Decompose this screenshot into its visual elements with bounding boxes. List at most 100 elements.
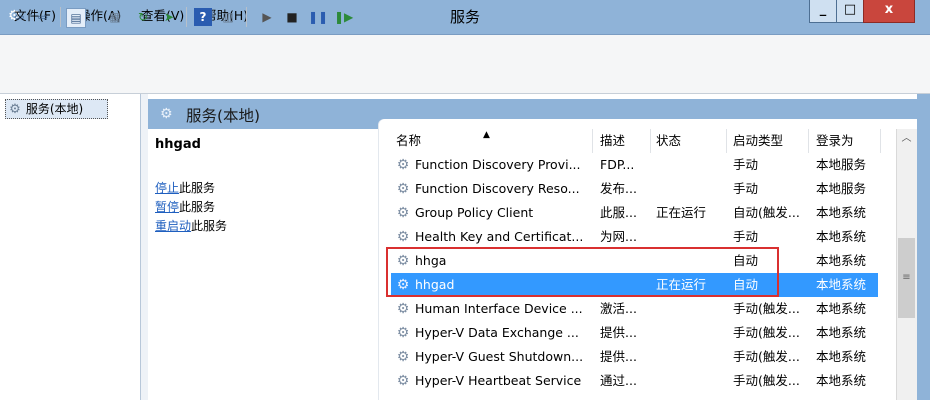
service-description: 为网...	[600, 229, 637, 244]
service-log-on-as: 本地系统	[816, 205, 867, 220]
toolbar-separator	[60, 7, 61, 27]
service-status	[656, 153, 722, 177]
service-status	[656, 345, 722, 369]
services-gear-icon: ⚙	[9, 101, 21, 117]
column-header-description[interactable]: 描述	[600, 129, 625, 153]
service-status: 正在运行	[656, 205, 707, 220]
service-startup-type: 手动	[733, 157, 759, 172]
service-status	[656, 177, 722, 201]
service-startup-type: 手动(触发...	[733, 349, 800, 364]
service-startup-type: 自动(触发...	[733, 205, 800, 220]
service-name: Hyper-V Heartbeat Service	[415, 373, 582, 388]
service-status	[656, 225, 722, 249]
console-tree-pane	[0, 94, 141, 400]
service-status	[656, 369, 722, 393]
service-description: 提供...	[600, 325, 637, 340]
service-gear-icon: ⚙	[396, 229, 410, 245]
restart-service-icon[interactable]: ❚▶	[334, 8, 353, 26]
service-name: Health Key and Certificat...	[415, 229, 584, 244]
action-pause-service: 暂停此服务	[155, 198, 215, 215]
pane-splitter[interactable]	[141, 94, 148, 400]
properties-sheet-icon[interactable]: ▦	[106, 8, 124, 26]
column-header-log-on-as[interactable]: 登录为	[816, 129, 854, 153]
column-header-status[interactable]: 状态	[656, 129, 681, 153]
restart-link[interactable]: 重启动	[155, 219, 191, 233]
column-separator[interactable]	[726, 129, 727, 153]
service-startup-type: 手动	[733, 229, 759, 244]
service-gear-icon: ⚙	[396, 205, 410, 221]
service-row[interactable]: ⚙ Health Key and Certificat... 为网... 手动 本地系统	[391, 225, 878, 249]
stop-link-suffix: 此服务	[179, 181, 216, 195]
toolbar-separator	[186, 7, 187, 27]
toolbar-separator	[246, 7, 247, 27]
pause-service-icon[interactable]: ❚❚	[308, 8, 328, 26]
service-row[interactable]: ⚙ Function Discovery Provi... FDP... 手动 本地服务	[391, 153, 878, 177]
service-log-on-as: 本地系统	[816, 229, 867, 244]
action-pane-icon[interactable]: ▥	[219, 8, 237, 26]
export-list-icon[interactable]: ➤	[160, 8, 178, 26]
service-log-on-as: 本地系统	[816, 277, 867, 292]
service-startup-type: 手动(触发...	[733, 301, 800, 316]
service-description: 通过...	[600, 373, 637, 388]
service-log-on-as: 本地系统	[816, 325, 867, 340]
service-gear-icon: ⚙	[396, 181, 410, 197]
column-header-startup-type[interactable]: 启动类型	[733, 129, 783, 153]
service-name: Human Interface Device ...	[415, 301, 583, 316]
stop-link[interactable]: 停止	[155, 181, 179, 195]
service-log-on-as: 本地系统	[816, 373, 867, 388]
service-description: 提供...	[600, 349, 637, 364]
column-header-name[interactable]: 名称	[396, 129, 589, 153]
service-gear-icon: ⚙	[396, 373, 410, 389]
service-row[interactable]: ⚙ Hyper-V Data Exchange ... 提供... 手动(触发... 本…	[391, 321, 878, 345]
nav-services-local[interactable]: ⚙ 服务(本地)	[5, 99, 108, 119]
service-row[interactable]: ⚙ Hyper-V Heartbeat Service 通过... 手动(触发... 本…	[391, 369, 878, 393]
service-gear-icon: ⚙	[396, 325, 410, 341]
menu-bar	[0, 35, 930, 59]
start-service-icon[interactable]: ▶	[258, 8, 276, 26]
close-button[interactable]: x	[863, 0, 915, 23]
maximize-button[interactable]: □	[836, 0, 864, 23]
column-separator[interactable]	[592, 129, 593, 153]
toolbar	[0, 59, 930, 94]
column-separator[interactable]	[650, 129, 651, 153]
refresh-icon[interactable]: ↻	[134, 8, 152, 26]
column-separator[interactable]	[880, 129, 881, 153]
column-separator[interactable]	[808, 129, 809, 153]
service-status	[656, 297, 722, 321]
pause-link[interactable]: 暂停	[155, 200, 179, 214]
sort-ascending-icon: ▲	[483, 130, 490, 140]
service-row[interactable]: ⚙ Human Interface Device ... 激活... 手动(触发...…	[391, 297, 878, 321]
window-frame-right	[917, 94, 930, 400]
stop-service-icon[interactable]: ■	[283, 8, 301, 26]
help-icon[interactable]: ?	[194, 8, 212, 26]
service-description: 激活...	[600, 301, 637, 316]
service-name: Hyper-V Data Exchange ...	[415, 325, 579, 340]
show-console-tree-icon[interactable]: ▤	[66, 8, 86, 28]
service-name: Function Discovery Provi...	[415, 157, 581, 172]
service-log-on-as: 本地服务	[816, 181, 867, 196]
service-startup-type: 手动	[733, 181, 759, 196]
forward-arrow-icon[interactable]: ⇨	[34, 8, 52, 26]
pause-link-suffix: 此服务	[179, 200, 216, 214]
back-arrow-icon[interactable]: ⇦	[10, 8, 28, 26]
service-status	[656, 321, 722, 345]
service-row[interactable]: ⚙ Function Discovery Reso... 发布... 手动 本地服务	[391, 177, 878, 201]
selected-service-name: hhgad	[155, 137, 201, 152]
service-row[interactable]: ⚙ Hyper-V Guest Shutdown... 提供... 手动(触发... 本…	[391, 345, 878, 369]
service-name: Group Policy Client	[415, 205, 534, 220]
scroll-up-arrow-icon[interactable]: ︿	[896, 129, 917, 149]
service-description: FDP...	[600, 157, 635, 172]
scrollbar-thumb[interactable]: ≡	[898, 238, 915, 318]
service-description: 此服...	[600, 205, 637, 220]
minimize-button[interactable]: _	[809, 0, 837, 23]
service-log-on-as: 本地系统	[816, 349, 867, 364]
restart-link-suffix: 此服务	[191, 219, 228, 233]
action-restart-service: 重启动此服务	[155, 217, 227, 234]
panel-header-gear-icon: ⚙	[160, 106, 173, 122]
service-log-on-as: 本地服务	[816, 157, 867, 172]
action-stop-service: 停止此服务	[155, 179, 215, 196]
service-gear-icon: ⚙	[396, 157, 410, 173]
service-name: Function Discovery Reso...	[415, 181, 580, 196]
service-row[interactable]: ⚙ Group Policy Client 此服... 正在运行 自动(触发... 本地系…	[391, 201, 878, 225]
service-log-on-as: 本地系统	[816, 301, 867, 316]
